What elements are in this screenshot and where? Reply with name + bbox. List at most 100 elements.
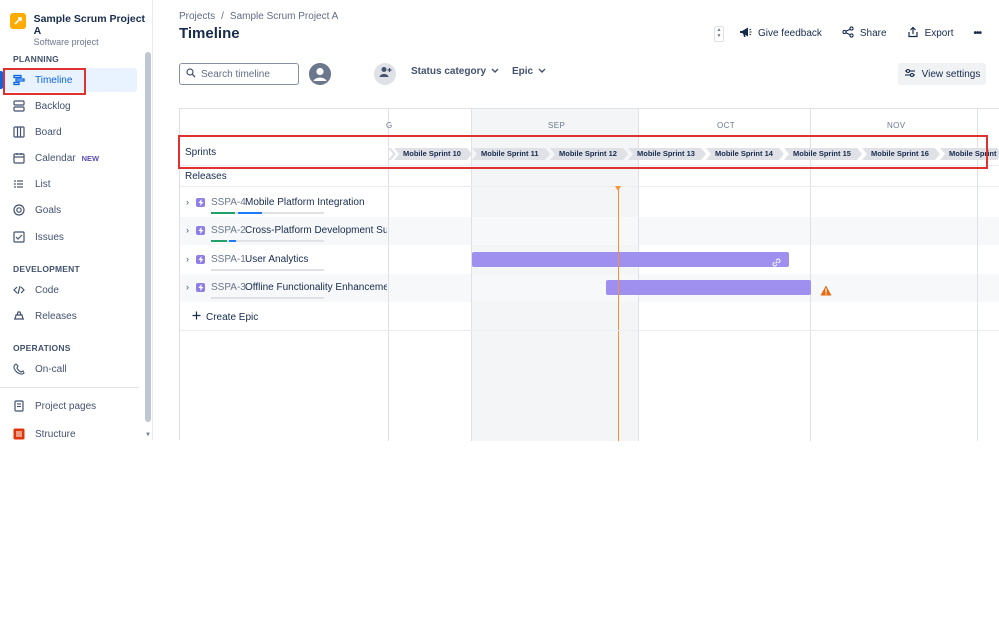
project-header[interactable]: Sample Scrum Project A Software project	[10, 13, 152, 48]
search-input[interactable]	[201, 68, 296, 80]
sidebar-scrollbar[interactable]: ▼	[144, 42, 152, 440]
chevron-down-icon	[538, 66, 546, 77]
epic-key[interactable]: SSPA-2	[211, 225, 246, 236]
add-people-button[interactable]	[374, 63, 396, 85]
sidebar-item-issues[interactable]: Issues	[4, 225, 137, 249]
view-settings-label: View settings	[921, 68, 981, 80]
user-avatar[interactable]	[309, 63, 331, 85]
sidebar-item-calendar[interactable]: Calendar NEW	[4, 146, 137, 170]
sprints-highlight-box	[178, 135, 988, 169]
create-epic-button[interactable]: Create Epic	[192, 311, 258, 323]
section-operations: OPERATIONS	[13, 343, 71, 353]
epic-key[interactable]: SSPA-1	[211, 254, 246, 265]
today-line	[618, 187, 619, 441]
epic-progress-bar	[211, 240, 324, 242]
month-label-oct: OCT	[717, 121, 736, 130]
sidebar-item-project-pages[interactable]: Project pages	[4, 394, 137, 418]
epic-bar-sspa-3[interactable]	[606, 280, 811, 295]
header-actions: Give feedback Share Export •••	[739, 26, 982, 41]
sidebar-scroll-thumb[interactable]	[145, 52, 151, 422]
sidebar-item-label: Board	[35, 126, 62, 138]
project-type: Software project	[33, 37, 99, 47]
page-title: Timeline	[179, 25, 240, 42]
epic-progress-bar	[211, 297, 324, 299]
plus-icon	[192, 311, 201, 323]
export-label: Export	[924, 28, 954, 39]
section-planning: PLANNING	[13, 54, 59, 64]
sidebar-item-label: Structure	[35, 428, 76, 440]
status-category-label: Status category	[411, 66, 487, 77]
epic-row-sspa-1[interactable]: › SSPA-1 User Analytics	[180, 246, 388, 274]
chevron-right-icon[interactable]: ›	[186, 282, 189, 292]
search-field[interactable]	[179, 63, 299, 85]
sidebar-item-structure[interactable]: Structure	[4, 422, 137, 446]
mini-scroll-control[interactable]: ▲ ▼	[714, 26, 724, 42]
board-icon	[12, 125, 26, 139]
epic-lightning-icon	[196, 226, 205, 235]
more-actions-button[interactable]: •••	[973, 28, 981, 39]
scroll-down-icon[interactable]: ▼	[144, 432, 152, 438]
chevron-right-icon[interactable]: ›	[186, 197, 189, 207]
chevron-down-icon	[491, 66, 499, 77]
more-icon: •••	[973, 28, 981, 39]
sidebar-item-on-call[interactable]: On-call	[4, 357, 137, 381]
breadcrumb-separator: /	[221, 11, 224, 22]
status-category-filter[interactable]: Status category	[411, 66, 499, 77]
epic-progress-bar	[211, 212, 324, 214]
sidebar-item-code[interactable]: Code	[4, 278, 137, 302]
epic-filter[interactable]: Epic	[512, 66, 546, 77]
sidebar-item-label: List	[35, 178, 51, 190]
chevron-right-icon[interactable]: ›	[186, 254, 189, 264]
epic-row-sspa-4[interactable]: › SSPA-4 Mobile Platform Integration	[180, 189, 388, 217]
backlog-icon	[12, 99, 26, 113]
issues-icon	[12, 230, 26, 244]
sidebar-item-label: Project pages	[35, 400, 97, 412]
code-icon	[12, 283, 26, 297]
pages-icon	[12, 399, 26, 413]
epic-name[interactable]: Offline Functionality Enhancement	[245, 282, 387, 293]
sidebar-item-label: Backlog	[35, 100, 71, 112]
sidebar-item-backlog[interactable]: Backlog	[4, 94, 137, 118]
epic-filter-label: Epic	[512, 66, 534, 77]
sidebar: Sample Scrum Project A Software project …	[0, 0, 153, 440]
sidebar-item-label: On-call	[35, 363, 67, 375]
epic-bar-sspa-1[interactable]	[472, 252, 789, 267]
chevron-right-icon[interactable]: ›	[186, 225, 189, 235]
epic-lightning-icon	[196, 198, 205, 207]
epic-row-sspa-2[interactable]: › SSPA-2 Cross-Platform Development Supp…	[180, 217, 388, 245]
breadcrumb: Projects / Sample Scrum Project A	[179, 11, 338, 22]
project-logo-icon	[10, 13, 26, 29]
megaphone-icon	[739, 26, 752, 41]
releases-label: Releases	[185, 171, 227, 182]
add-person-icon	[379, 65, 392, 83]
sidebar-item-board[interactable]: Board	[4, 120, 137, 144]
month-label-sep: SEP	[548, 121, 566, 130]
sliders-icon	[904, 68, 916, 81]
give-feedback-label: Give feedback	[757, 28, 822, 39]
share-icon	[842, 26, 854, 41]
epic-key[interactable]: SSPA-4	[211, 197, 246, 208]
sidebar-item-releases[interactable]: Releases	[4, 304, 137, 328]
goals-icon	[12, 203, 26, 217]
epic-row-sspa-3[interactable]: › SSPA-3 Offline Functionality Enhanceme…	[180, 274, 388, 302]
view-settings-button[interactable]: View settings	[898, 63, 986, 85]
sidebar-item-label: Issues	[35, 231, 64, 243]
sidebar-item-list[interactable]: List	[4, 172, 137, 196]
epic-lightning-icon	[196, 255, 205, 264]
sidebar-item-goals[interactable]: Goals	[4, 198, 137, 222]
epic-key[interactable]: SSPA-3	[211, 282, 246, 293]
share-label: Share	[859, 28, 887, 39]
sidebar-item-label: Releases	[35, 310, 77, 322]
breadcrumb-project[interactable]: Sample Scrum Project A	[230, 11, 338, 22]
epic-name[interactable]: Cross-Platform Development Support	[245, 225, 387, 236]
new-badge: NEW	[81, 153, 100, 163]
epic-name[interactable]: Mobile Platform Integration	[245, 197, 387, 208]
search-icon	[186, 65, 196, 83]
breadcrumb-projects[interactable]: Projects	[179, 11, 215, 22]
give-feedback-button[interactable]: Give feedback	[739, 26, 822, 41]
export-button[interactable]: Export	[907, 26, 954, 41]
epic-name[interactable]: User Analytics	[245, 254, 387, 265]
share-button[interactable]: Share	[842, 26, 887, 41]
row-divider	[180, 330, 999, 331]
warning-icon[interactable]	[820, 283, 832, 301]
